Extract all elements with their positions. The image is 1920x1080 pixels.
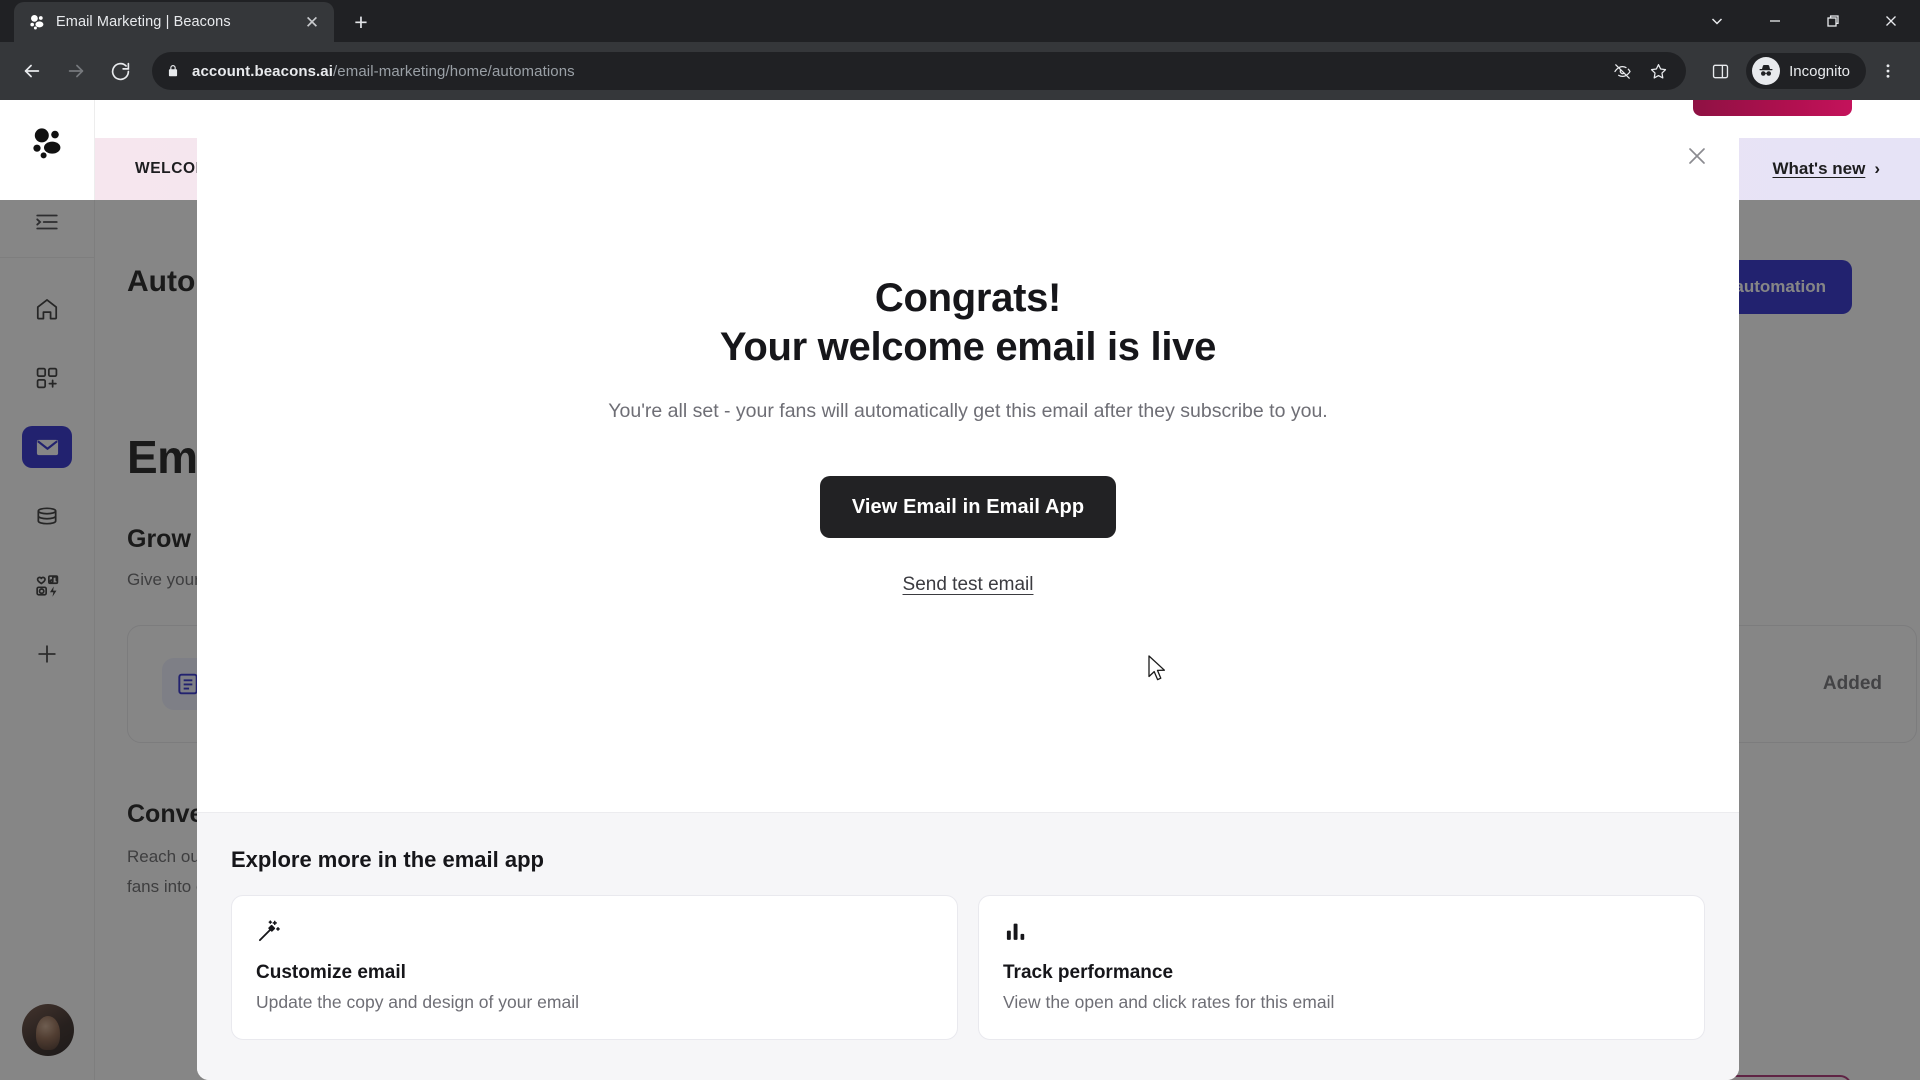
- close-icon[interactable]: [1677, 136, 1717, 176]
- whats-new-label: What's new: [1772, 159, 1866, 178]
- url-path: /email-marketing/home/automations: [333, 62, 575, 80]
- toolbar-right-actions: Incognito: [1700, 51, 1908, 91]
- card-title: Track performance: [1003, 962, 1174, 983]
- send-test-email-link[interactable]: Send test email: [903, 574, 1034, 596]
- close-window-button[interactable]: [1862, 0, 1920, 42]
- url-text: account.beacons.ai/email-marketing/home/…: [192, 63, 1596, 80]
- eye-slash-icon[interactable]: [1606, 55, 1638, 87]
- browser-titlebar: Email Marketing | Beacons ✕ +: [0, 0, 1920, 42]
- whats-new-link[interactable]: What's new ›: [1773, 159, 1881, 179]
- tab-close-icon[interactable]: ✕: [300, 10, 324, 34]
- side-panel-icon[interactable]: [1700, 51, 1740, 91]
- maximize-button[interactable]: [1804, 0, 1862, 42]
- beacons-logo-icon: [28, 13, 46, 31]
- modal-subtitle: You're all set - your fans will automati…: [608, 399, 1328, 422]
- back-arrow-icon[interactable]: [12, 51, 52, 91]
- reload-icon[interactable]: [100, 51, 140, 91]
- address-bar[interactable]: account.beacons.ai/email-marketing/home/…: [152, 52, 1687, 90]
- forward-arrow-icon[interactable]: [56, 51, 96, 91]
- window-controls: [1688, 0, 1920, 42]
- card-track-performance[interactable]: Track performance View the open and clic…: [978, 895, 1705, 1040]
- modal-title-line1: Congrats!: [874, 276, 1062, 320]
- incognito-hat-icon: [1752, 57, 1781, 85]
- minimize-to-tray-chevron-icon[interactable]: [1688, 0, 1746, 42]
- card-title: Customize email: [256, 962, 406, 983]
- profile-chip[interactable]: Incognito: [1746, 53, 1866, 89]
- magic-wand-icon: [256, 918, 933, 954]
- omnibox-actions: [1606, 55, 1674, 87]
- chevron-right-icon: ›: [1874, 159, 1880, 178]
- explore-cards: Customize email Update the copy and desi…: [231, 895, 1705, 1040]
- card-description: Update the copy and design of your email: [256, 992, 579, 1012]
- star-icon[interactable]: [1642, 55, 1674, 87]
- app-logo[interactable]: [0, 100, 94, 186]
- browser-window: Email Marketing | Beacons ✕ + account.be…: [0, 0, 1920, 1080]
- upgrade-app-button[interactable]: UPGRADE APP: [1693, 100, 1852, 116]
- modal-body: Congrats! Your welcome email is live You…: [197, 118, 1739, 812]
- url-domain: account.beacons.ai: [192, 62, 334, 80]
- browser-tab[interactable]: Email Marketing | Beacons ✕: [14, 2, 334, 42]
- minimize-button[interactable]: [1746, 0, 1804, 42]
- modal-title-line2: Your welcome email is live: [719, 324, 1217, 369]
- lock-icon: [164, 62, 182, 80]
- view-email-button[interactable]: View Email in Email App: [819, 476, 1117, 539]
- profile-label: Incognito: [1789, 62, 1850, 80]
- explore-more-title: Explore more in the email app: [231, 847, 544, 872]
- card-description: View the open and click rates for this e…: [1003, 992, 1335, 1012]
- browser-toolbar: account.beacons.ai/email-marketing/home/…: [0, 42, 1920, 100]
- new-tab-button[interactable]: +: [344, 5, 378, 39]
- tab-title: Email Marketing | Beacons: [56, 14, 231, 30]
- kebab-menu-icon[interactable]: [1868, 51, 1908, 91]
- modal-footer: Explore more in the email app Customize …: [197, 812, 1739, 1080]
- modal-title: Congrats! Your welcome email is live: [720, 274, 1216, 372]
- card-customize-email[interactable]: Customize email Update the copy and desi…: [231, 895, 958, 1040]
- congrats-modal: Congrats! Your welcome email is live You…: [197, 118, 1739, 1080]
- bar-chart-icon: [1003, 918, 1680, 954]
